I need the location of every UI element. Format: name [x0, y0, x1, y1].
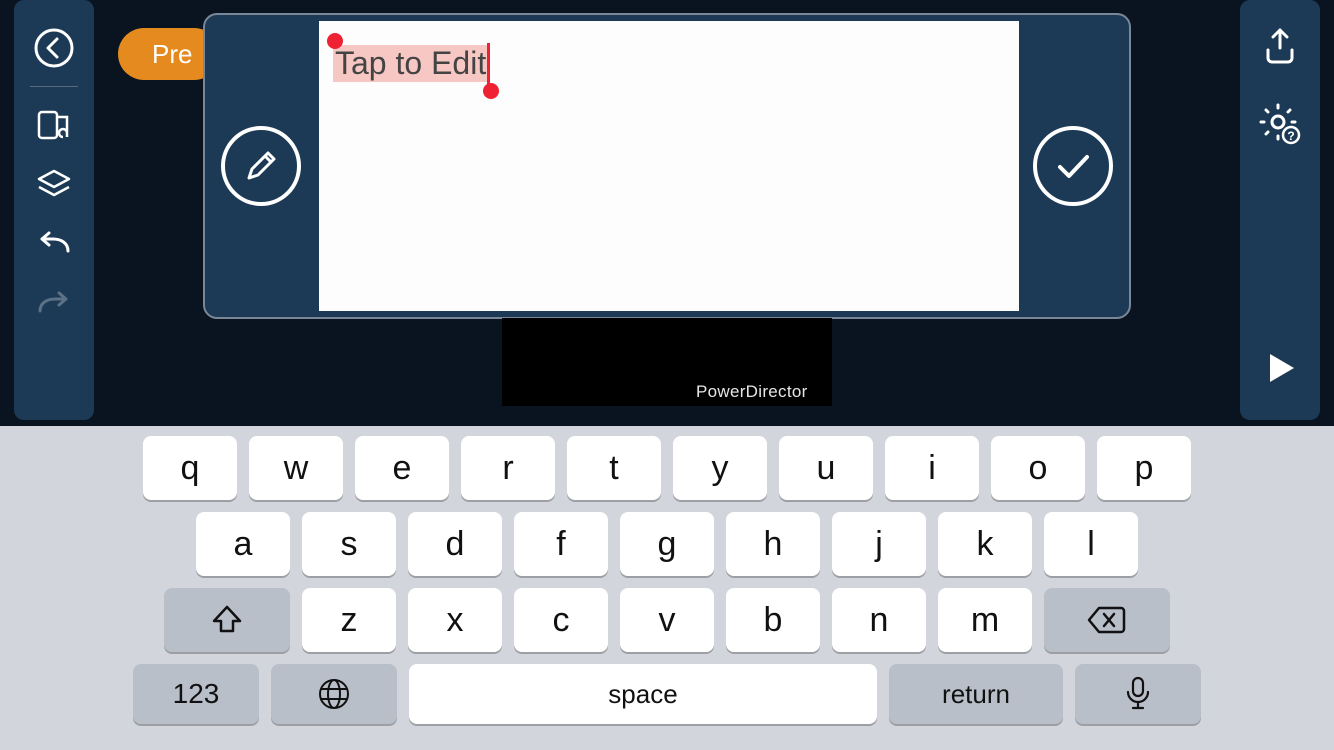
key-p[interactable]: p: [1097, 436, 1191, 500]
layers-icon: [34, 165, 74, 205]
key-v[interactable]: v: [620, 588, 714, 652]
watermark-label: PowerDirector: [696, 382, 808, 402]
selection-handle-end[interactable]: [483, 83, 499, 99]
settings-help-icon: ?: [1258, 102, 1302, 146]
key-backspace[interactable]: [1044, 588, 1170, 652]
key-m[interactable]: m: [938, 588, 1032, 652]
play-button[interactable]: [1252, 340, 1308, 396]
key-j[interactable]: j: [832, 512, 926, 576]
text-selection[interactable]: Tap to Edit: [333, 45, 488, 82]
settings-help-button[interactable]: ?: [1252, 96, 1308, 152]
key-i[interactable]: i: [885, 436, 979, 500]
premium-label: Pre: [152, 39, 192, 70]
key-y[interactable]: y: [673, 436, 767, 500]
divider: [30, 86, 78, 87]
key-t[interactable]: t: [567, 436, 661, 500]
globe-icon: [317, 677, 351, 711]
back-button[interactable]: [26, 20, 82, 76]
text-canvas[interactable]: Tap to Edit: [319, 21, 1019, 311]
layers-button[interactable]: [26, 157, 82, 213]
media-library-icon: [34, 105, 74, 145]
key-k[interactable]: k: [938, 512, 1032, 576]
key-h[interactable]: h: [726, 512, 820, 576]
key-n[interactable]: n: [832, 588, 926, 652]
edit-text-button[interactable]: [221, 126, 301, 206]
export-button[interactable]: [1252, 18, 1308, 74]
key-space[interactable]: space: [409, 664, 877, 724]
key-shift[interactable]: [164, 588, 290, 652]
key-c[interactable]: c: [514, 588, 608, 652]
redo-button[interactable]: [26, 277, 82, 333]
key-b[interactable]: b: [726, 588, 820, 652]
key-f[interactable]: f: [514, 512, 608, 576]
text-cursor: [487, 43, 490, 85]
keyboard-row-4: 123 space return: [0, 664, 1334, 724]
key-s[interactable]: s: [302, 512, 396, 576]
key-w[interactable]: w: [249, 436, 343, 500]
key-u[interactable]: u: [779, 436, 873, 500]
play-icon: [1260, 348, 1300, 388]
text-edit-panel: Tap to Edit: [203, 13, 1131, 319]
redo-icon: [34, 291, 74, 319]
pencil-icon: [243, 148, 279, 184]
export-icon: [1260, 26, 1300, 66]
keyboard-row-3: z x c v b n m: [0, 588, 1334, 652]
selection-handle-start[interactable]: [327, 33, 343, 49]
back-icon: [33, 27, 75, 69]
key-g[interactable]: g: [620, 512, 714, 576]
check-icon: [1052, 145, 1094, 187]
key-x[interactable]: x: [408, 588, 502, 652]
key-r[interactable]: r: [461, 436, 555, 500]
shift-icon: [210, 603, 244, 637]
undo-icon: [34, 231, 74, 259]
key-globe[interactable]: [271, 664, 397, 724]
confirm-text-button[interactable]: [1033, 126, 1113, 206]
key-return[interactable]: return: [889, 664, 1063, 724]
key-l[interactable]: l: [1044, 512, 1138, 576]
key-a[interactable]: a: [196, 512, 290, 576]
editable-text: Tap to Edit: [335, 45, 486, 81]
key-numeric[interactable]: 123: [133, 664, 259, 724]
svg-text:?: ?: [1287, 129, 1294, 143]
sidebar-right: ?: [1240, 0, 1320, 420]
mic-icon: [1125, 676, 1151, 712]
key-d[interactable]: d: [408, 512, 502, 576]
keyboard-row-1: q w e r t y u i o p: [0, 436, 1334, 500]
undo-button[interactable]: [26, 217, 82, 273]
sidebar-left: [14, 0, 94, 420]
key-o[interactable]: o: [991, 436, 1085, 500]
key-q[interactable]: q: [143, 436, 237, 500]
keyboard-row-2: a s d f g h j k l: [0, 512, 1334, 576]
virtual-keyboard: q w e r t y u i o p a s d f g h j k l z …: [0, 426, 1334, 750]
key-mic[interactable]: [1075, 664, 1201, 724]
backspace-icon: [1087, 605, 1127, 635]
key-e[interactable]: e: [355, 436, 449, 500]
media-library-button[interactable]: [26, 97, 82, 153]
key-z[interactable]: z: [302, 588, 396, 652]
